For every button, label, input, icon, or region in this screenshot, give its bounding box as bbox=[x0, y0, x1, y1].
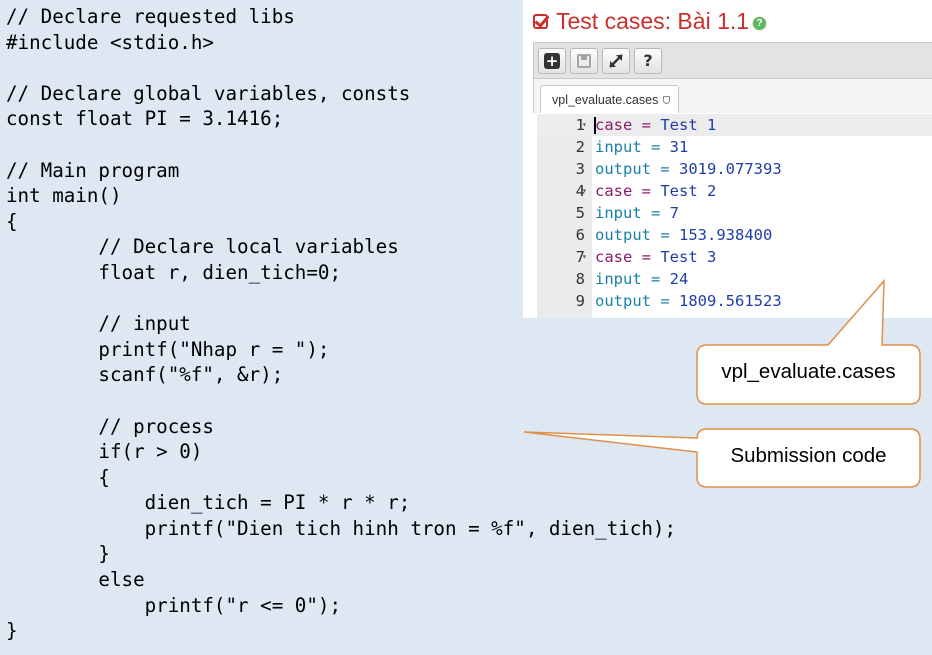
evaluate-cases-callout-shape bbox=[696, 278, 921, 405]
callout-submission-code-label: Submission code bbox=[730, 444, 887, 467]
callout-shapes bbox=[523, 278, 921, 488]
callout-evaluate-cases-label: vpl_evaluate.cases bbox=[721, 360, 896, 383]
